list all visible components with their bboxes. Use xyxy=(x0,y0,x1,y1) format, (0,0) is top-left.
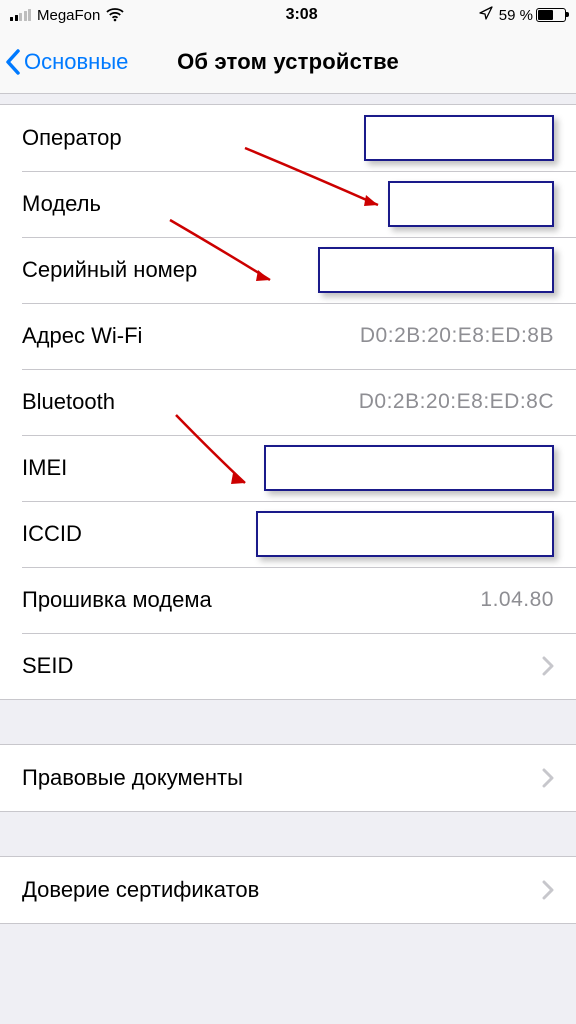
row-certificate-trust[interactable]: Доверие сертификатов xyxy=(0,857,576,923)
row-seid[interactable]: SEID xyxy=(0,633,576,699)
row-label-firmware: Прошивка модема xyxy=(22,587,212,613)
row-label-iccid: ICCID xyxy=(22,521,82,547)
row-value-wifi: D0:2B:20:E8:ED:8B xyxy=(360,324,554,348)
row-value-bluetooth: D0:2B:20:E8:ED:8C xyxy=(359,390,554,414)
status-bar: MegaFon 3:08 59 % xyxy=(0,0,576,30)
row-label-serial: Серийный номер xyxy=(22,257,197,283)
row-serial[interactable]: Серийный номер xyxy=(0,237,576,303)
row-label-trust: Доверие сертификатов xyxy=(22,877,259,903)
row-label-model: Модель xyxy=(22,191,101,217)
status-left: MegaFon xyxy=(10,7,124,24)
status-time: 3:08 xyxy=(286,6,318,24)
redacted-box-imei xyxy=(264,445,554,491)
redacted-box-operator xyxy=(364,115,554,161)
chevron-right-icon xyxy=(542,656,554,676)
location-icon xyxy=(479,6,493,25)
row-label-operator: Оператор xyxy=(22,125,122,151)
about-device-group: Оператор Модель Серийный номер Адрес Wi-… xyxy=(0,104,576,700)
carrier-label: MegaFon xyxy=(37,7,100,24)
row-label-wifi: Адрес Wi-Fi xyxy=(22,323,142,349)
row-wifi-address[interactable]: Адрес Wi-Fi D0:2B:20:E8:ED:8B xyxy=(0,303,576,369)
navigation-bar: Основные Об этом устройстве xyxy=(0,30,576,94)
battery-icon xyxy=(536,8,566,22)
row-iccid[interactable]: ICCID xyxy=(0,501,576,567)
section-spacer xyxy=(0,700,576,744)
redacted-box-model xyxy=(388,181,554,227)
trust-group: Доверие сертификатов xyxy=(0,856,576,924)
row-label-bluetooth: Bluetooth xyxy=(22,389,115,415)
page-title: Об этом устройстве xyxy=(177,49,399,75)
signal-strength-icon xyxy=(10,9,31,21)
row-operator[interactable]: Оператор xyxy=(0,105,576,171)
redacted-box-serial xyxy=(318,247,554,293)
chevron-left-icon xyxy=(4,48,22,76)
section-spacer xyxy=(0,812,576,856)
row-model[interactable]: Модель xyxy=(0,171,576,237)
redacted-box-iccid xyxy=(256,511,554,557)
chevron-right-icon xyxy=(542,768,554,788)
legal-group: Правовые документы xyxy=(0,744,576,812)
row-value-firmware: 1.04.80 xyxy=(480,588,554,612)
row-imei[interactable]: IMEI xyxy=(0,435,576,501)
row-firmware[interactable]: Прошивка модема 1.04.80 xyxy=(0,567,576,633)
status-right: 59 % xyxy=(479,6,566,25)
row-label-seid: SEID xyxy=(22,653,73,679)
battery-percentage: 59 % xyxy=(499,7,533,24)
chevron-right-icon xyxy=(542,880,554,900)
row-label-legal: Правовые документы xyxy=(22,765,243,791)
back-label: Основные xyxy=(24,49,128,75)
row-label-imei: IMEI xyxy=(22,455,67,481)
back-button[interactable]: Основные xyxy=(4,30,128,93)
row-legal-documents[interactable]: Правовые документы xyxy=(0,745,576,811)
row-bluetooth[interactable]: Bluetooth D0:2B:20:E8:ED:8C xyxy=(0,369,576,435)
wifi-icon xyxy=(106,8,124,22)
